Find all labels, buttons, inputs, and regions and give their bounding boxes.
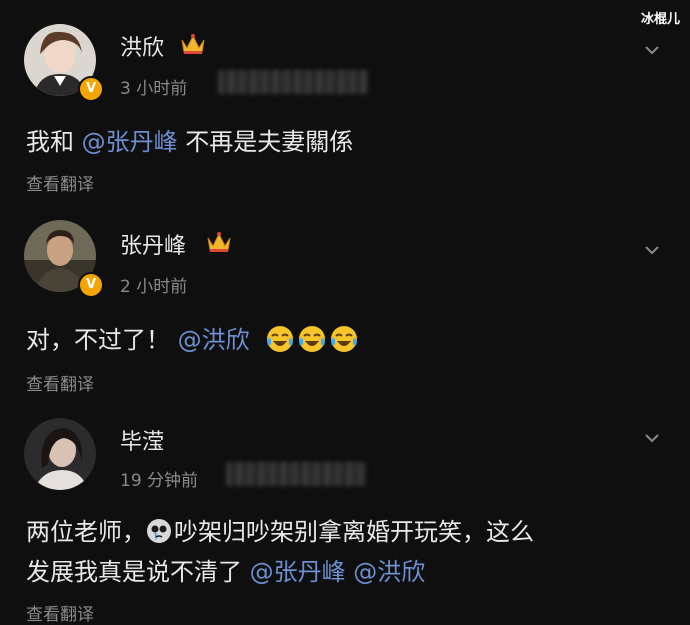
comment-text: 我和 @张丹峰 不再是夫妻關係 [26,128,354,156]
comment-time: 2 小时前 [120,277,188,297]
laugh-cry-emoji-icon [267,326,294,352]
comment-time: 3 小时前 [120,79,188,99]
author-name[interactable]: 毕滢 [120,424,164,456]
chevron-down-icon[interactable] [644,42,660,58]
author-name[interactable]: 洪欣 [120,30,164,62]
translate-link[interactable]: 查看翻译 [26,370,94,395]
translate-link[interactable]: 查看翻译 [26,600,94,625]
crown-icon [181,34,205,54]
author-name[interactable]: 张丹峰 [120,228,186,260]
verified-badge-icon: V [78,272,104,298]
crown-icon [207,232,231,252]
avatar[interactable] [24,418,96,490]
chevron-down-icon[interactable] [644,430,660,446]
comment-text: 对，不过了！ @洪欣 [26,320,361,360]
blurred-region [226,462,366,486]
comment-time: 19 分钟前 [120,471,199,491]
mention-link[interactable]: @洪欣 [353,558,425,586]
crying-emoji-icon [147,519,171,543]
translate-link[interactable]: 查看翻译 [26,170,94,195]
chevron-down-icon[interactable] [644,242,660,258]
verified-badge-icon: V [78,76,104,102]
laugh-cry-emoji-icon [299,326,326,352]
mention-link[interactable]: @洪欣 [178,326,250,354]
watermark-label: 冰棍儿 [640,12,680,27]
blurred-region [218,70,368,94]
comment-text: 两位老师， 吵架归吵架别拿离婚开玩笑，这么 发展我真是说不清了 @张丹峰 @洪欣 [26,518,534,586]
mention-link[interactable]: @张丹峰 [250,558,346,586]
mention-link[interactable]: @张丹峰 [82,128,178,156]
laugh-cry-emoji-icon [331,326,358,352]
